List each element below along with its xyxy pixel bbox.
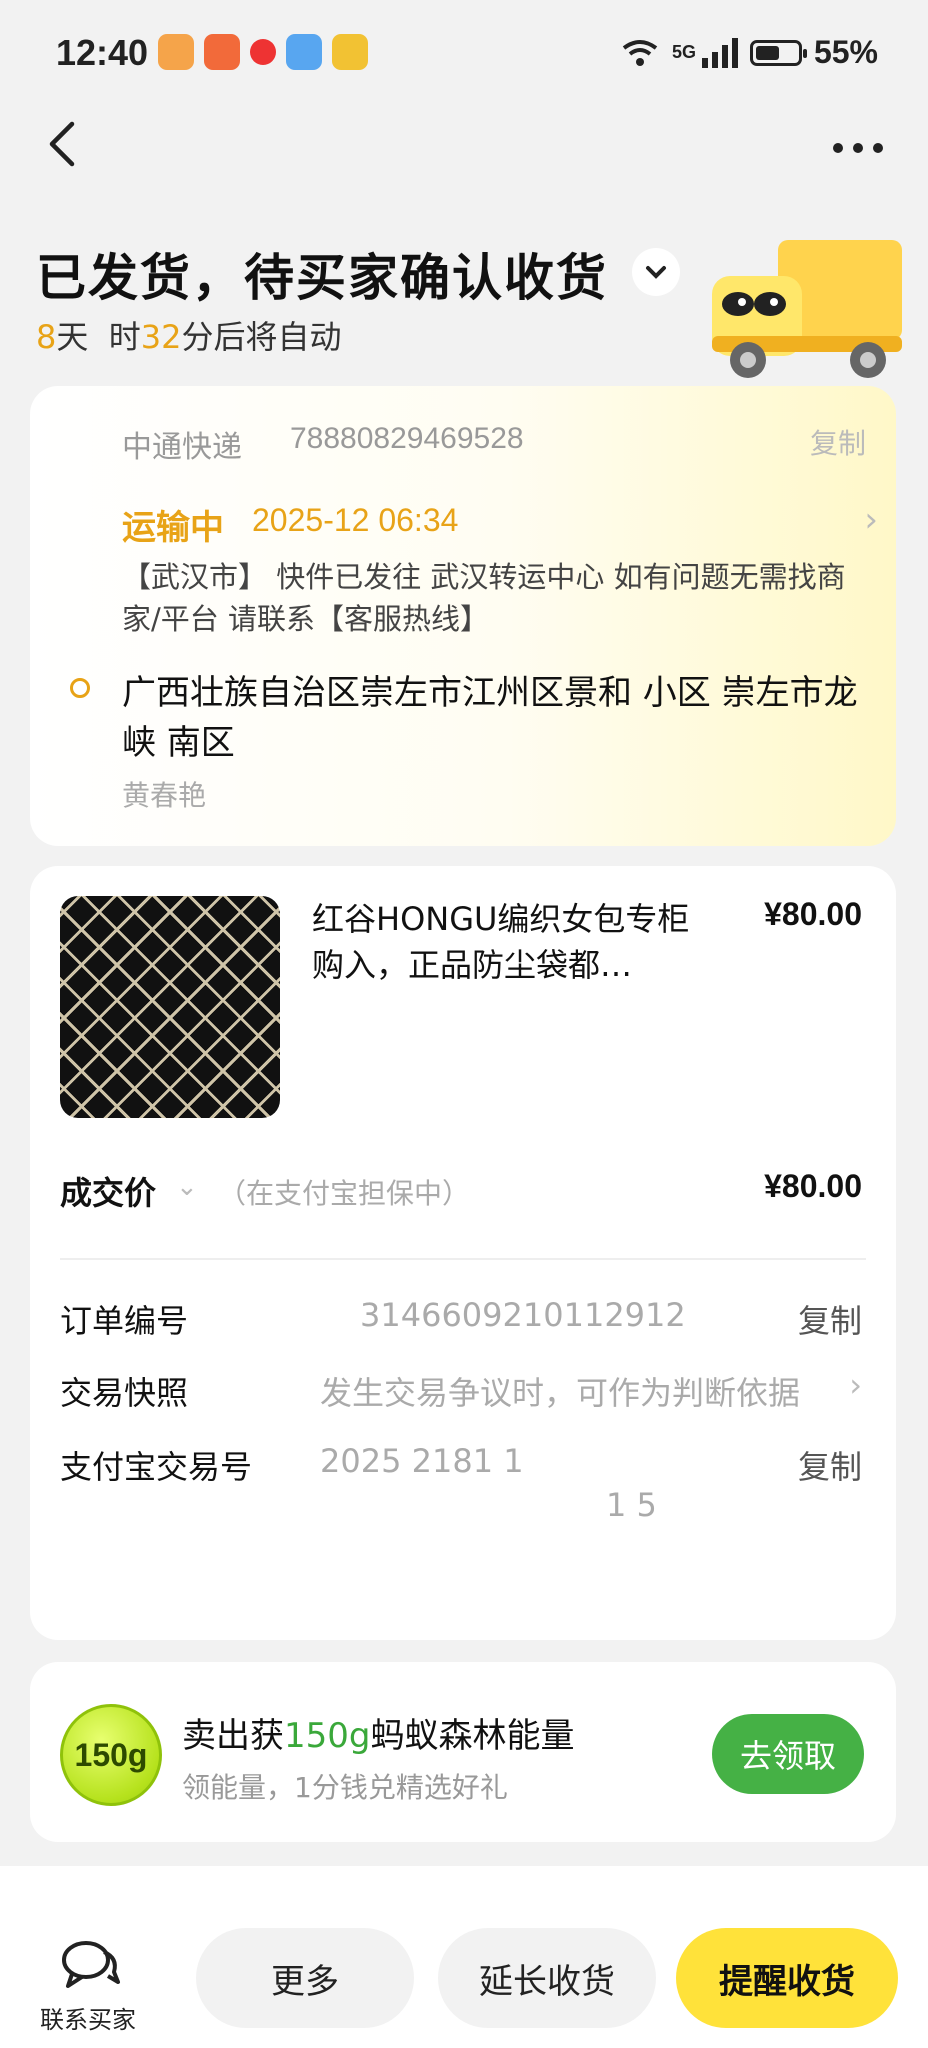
status-time: 12:40 xyxy=(56,32,149,73)
remind-receipt-button[interactable]: 提醒收货 xyxy=(676,1928,898,2028)
delivery-address: 广西壮族自治区崇左市江州区景和 小区 崇左市龙峡 南区 xyxy=(122,673,858,763)
snapshot-label: 交易快照 xyxy=(60,1374,189,1412)
chevron-down-icon xyxy=(646,266,666,279)
chevron-down-icon[interactable]: ⌄ xyxy=(176,1172,198,1202)
logistics-status: 运输中 xyxy=(122,508,224,548)
product-price: ¥80.00 xyxy=(764,896,862,932)
back-icon[interactable] xyxy=(40,118,92,170)
more-options-icon[interactable] xyxy=(828,128,888,168)
battery-percent: 55% xyxy=(813,34,878,70)
delivery-truck-illustration xyxy=(712,240,902,378)
system-indicators: 5G 55% xyxy=(620,34,878,71)
chat-icon[interactable] xyxy=(60,1938,122,1990)
more-button[interactable]: 更多 xyxy=(196,1928,414,2028)
weather-icon xyxy=(286,34,322,70)
copy-tracking-button[interactable]: 复制 xyxy=(810,422,866,462)
alipay-trade-no-label: 支付宝交易号 xyxy=(60,1448,253,1486)
chevron-right-icon[interactable]: › xyxy=(864,500,878,540)
contact-buyer-label[interactable]: 联系买家 xyxy=(40,2000,136,2035)
deal-price-label[interactable]: 成交价 xyxy=(60,1168,156,1214)
tracking-number: 78880829469528 xyxy=(290,422,524,455)
status-bar: 12:40 5G 55% xyxy=(0,0,928,110)
divider xyxy=(60,1258,866,1260)
product-thumbnail[interactable] xyxy=(60,896,280,1118)
consignee-name: 黄春艳 xyxy=(122,779,207,812)
network-type: 5G xyxy=(671,42,696,62)
signal-icon xyxy=(701,37,738,68)
energy-title: 卖出获150g蚂蚁森林能量 xyxy=(182,1716,575,1756)
order-number-label: 订单编号 xyxy=(60,1302,189,1340)
energy-subtitle: 领能量，1分钱兑精选好礼 xyxy=(182,1771,508,1804)
wifi-icon xyxy=(622,39,658,66)
alipay-trade-no-value-line2: 1 5 xyxy=(606,1486,657,1524)
extend-receipt-button[interactable]: 延长收货 xyxy=(438,1928,656,2028)
order-number-value: 3146609210112912 xyxy=(360,1296,686,1334)
app-notification-icon xyxy=(332,34,368,70)
auto-confirm-countdown: 8天 时32分后将自动 xyxy=(36,318,342,356)
order-status-title: 已发货，待买家确认收货 xyxy=(36,249,608,307)
address-marker-icon xyxy=(70,678,90,698)
app-notification-icon xyxy=(250,39,276,65)
courier-name: 中通快递 xyxy=(122,430,242,465)
deal-price: ¥80.00 xyxy=(764,1168,862,1204)
status-expand-button[interactable] xyxy=(632,248,680,296)
copy-alipay-trade-no-button[interactable]: 复制 xyxy=(798,1442,862,1488)
logistics-date: 2025-12 06:34 xyxy=(252,502,459,538)
copy-order-number-button[interactable]: 复制 xyxy=(798,1296,862,1342)
alipay-trade-no-value: 2025 2181 1 xyxy=(320,1442,524,1480)
app-notification-icon xyxy=(158,34,194,70)
app-notification-icon xyxy=(204,34,240,70)
notification-icons xyxy=(158,34,368,70)
energy-badge: 150g xyxy=(60,1704,162,1806)
snapshot-value[interactable]: 发生交易争议时，可作为判断依据 xyxy=(320,1368,800,1414)
logistics-detail: 【武汉市】 快件已发往 武汉转运中心 如有问题无需找商家/平台 请联系【客服热线… xyxy=(122,560,846,636)
claim-energy-button[interactable]: 去领取 xyxy=(712,1714,864,1794)
product-name[interactable]: 红谷HONGU编织女包专柜购入，正品防尘袋都… xyxy=(312,896,712,988)
deal-price-note: （在支付宝担保中） xyxy=(218,1177,471,1210)
battery-icon xyxy=(749,39,807,66)
chevron-right-icon[interactable]: › xyxy=(849,1366,862,1404)
